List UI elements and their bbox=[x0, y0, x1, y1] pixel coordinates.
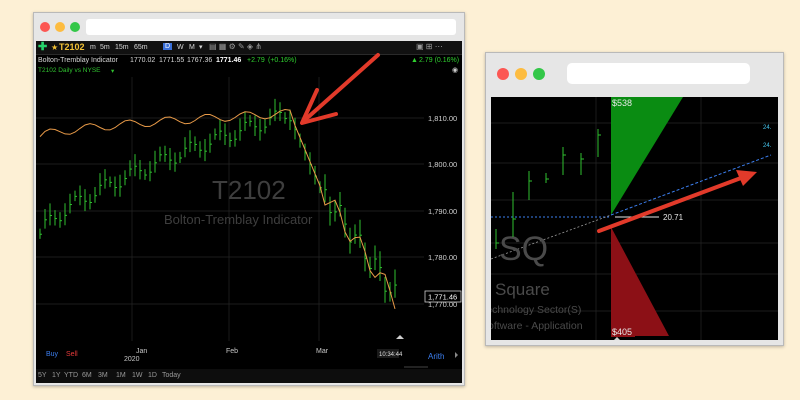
axis-label: 24. bbox=[763, 143, 772, 149]
mid-value-label: 20.71 bbox=[663, 213, 684, 222]
maximize-dot[interactable] bbox=[533, 68, 545, 80]
price-chart[interactable]: T2102 Bolton-Tremblay Indicator 1,810.00… bbox=[36, 41, 462, 383]
range-1y[interactable]: 1Y bbox=[52, 372, 61, 379]
date-label-jan: Jan bbox=[136, 348, 147, 355]
upper-projection-cone bbox=[611, 97, 683, 215]
annotation-arrow bbox=[300, 53, 380, 125]
price-tick: 1,800.00 bbox=[428, 160, 457, 169]
sell-label[interactable]: Sell bbox=[66, 351, 78, 358]
scroll-marker-icon[interactable] bbox=[614, 337, 620, 340]
scale-label[interactable]: Arith bbox=[428, 352, 444, 361]
range-today[interactable]: Today bbox=[162, 372, 181, 379]
range-5y[interactable]: 5Y bbox=[38, 372, 47, 379]
watermark-industry: Software - Application bbox=[491, 320, 583, 332]
price-tick: 1,780.00 bbox=[428, 253, 457, 262]
date-label-mar: Mar bbox=[316, 348, 329, 355]
watermark-name: Bolton-Tremblay Indicator bbox=[164, 212, 313, 227]
watermark-symbol: T2102 bbox=[212, 175, 286, 205]
comparison-line bbox=[39, 108, 396, 310]
close-dot[interactable] bbox=[497, 68, 509, 80]
right-window-titlebar bbox=[486, 53, 783, 93]
left-window-titlebar bbox=[34, 13, 464, 41]
address-bar[interactable] bbox=[567, 63, 750, 84]
left-browser-window: ✚ ★ T2102 m 5m 15m 65m D W M ▾ ▤ ▦ ⚙ ✎ ◈… bbox=[33, 12, 465, 386]
price-tick: 1,790.00 bbox=[428, 207, 457, 216]
price-tick: 1,810.00 bbox=[428, 114, 457, 123]
range-1m[interactable]: 1M bbox=[116, 372, 126, 379]
range-ytd[interactable]: YTD bbox=[64, 372, 78, 379]
time-label: 10:34:44 bbox=[379, 352, 403, 358]
address-bar[interactable] bbox=[86, 19, 456, 35]
axis-label: 24. bbox=[763, 125, 772, 131]
projection-chart-app: 20.71 SQ Square Technology Sector(S) Sof… bbox=[491, 97, 778, 340]
lower-projection-cone bbox=[611, 227, 669, 336]
range-6m[interactable]: 6M bbox=[82, 372, 92, 379]
watermark-company: Square bbox=[495, 280, 550, 299]
upper-price-label: $538 bbox=[612, 98, 632, 108]
buy-label[interactable]: Buy bbox=[46, 351, 59, 358]
lower-price-label: $405 bbox=[612, 327, 632, 337]
close-dot[interactable] bbox=[40, 22, 50, 32]
stock-chart-app: ✚ ★ T2102 m 5m 15m 65m D W M ▾ ▤ ▦ ⚙ ✎ ◈… bbox=[36, 41, 462, 383]
range-3m[interactable]: 3M bbox=[98, 372, 108, 379]
date-label-year: 2020 bbox=[124, 356, 140, 363]
right-browser-window: 20.71 SQ Square Technology Sector(S) Sof… bbox=[485, 52, 784, 346]
maximize-dot[interactable] bbox=[70, 22, 80, 32]
watermark-sector: Technology Sector(S) bbox=[491, 304, 581, 316]
range-selector: 5Y 1Y YTD 6M 3M 1M 1W 1D Today bbox=[36, 369, 462, 383]
scale-chevron-icon[interactable] bbox=[455, 352, 458, 358]
date-label-feb: Feb bbox=[226, 348, 238, 355]
minimize-dot[interactable] bbox=[55, 22, 65, 32]
minimize-dot[interactable] bbox=[515, 68, 527, 80]
range-1w[interactable]: 1W bbox=[132, 372, 143, 379]
range-1d[interactable]: 1D bbox=[148, 372, 157, 379]
watermark-symbol: SQ bbox=[499, 230, 548, 268]
last-price-label: 1,771.46 bbox=[428, 293, 457, 302]
projection-chart[interactable]: 20.71 SQ Square Technology Sector(S) Sof… bbox=[491, 97, 778, 340]
scroll-marker-icon[interactable] bbox=[396, 335, 404, 339]
